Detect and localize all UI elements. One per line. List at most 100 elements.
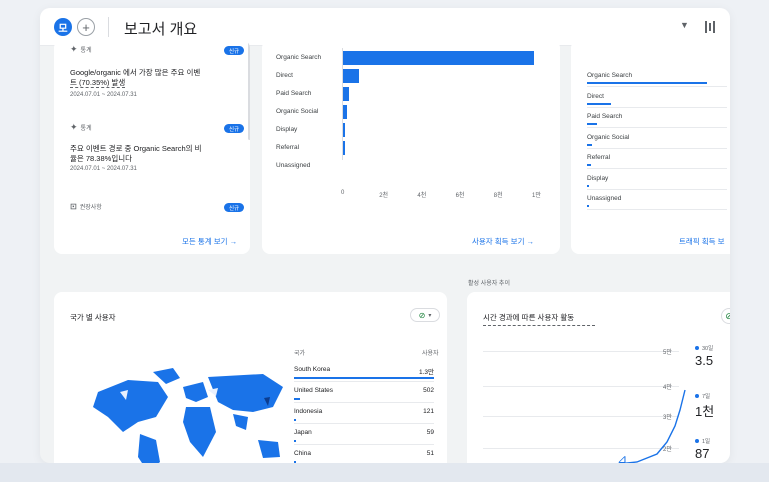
recommendation-icon: ⊡ [70, 202, 77, 211]
legend-value: 1천 [695, 404, 715, 419]
bar[interactable] [343, 105, 348, 119]
country-name: Indonesia [294, 408, 323, 415]
channel-item[interactable]: Display [587, 175, 608, 182]
title-underline [483, 325, 595, 326]
bar[interactable] [343, 123, 345, 137]
row-divider [587, 147, 727, 149]
row-divider [587, 168, 727, 169]
compare-icon[interactable] [704, 20, 718, 34]
legend-value: 3.5 [695, 353, 714, 368]
scrollbar[interactable] [248, 40, 250, 140]
check-circle-icon: ⊘ [418, 310, 426, 320]
legend-period: 30일 [702, 346, 714, 352]
bar-label: Organic Search [276, 54, 322, 61]
country-users: 502 [423, 387, 434, 394]
insight-date: 2024.07.01 ~ 2024.07.31 [70, 92, 137, 98]
insights-card: ✦ 통계 신규 Google/organic 에서 가장 많은 주요 이벤 트 (7… [54, 40, 250, 254]
x-tick: 2천 [379, 193, 389, 199]
sparkle-icon: ✦ [70, 44, 78, 54]
row-divider [587, 188, 727, 190]
recommendation-row[interactable]: ⊡ 권장사항 [70, 202, 102, 211]
country-card: 국가 별 사용자 ⊘ ▾ 국가 사용자 South Korea 1.3만 United… [54, 292, 447, 463]
view-all-insights-link[interactable]: 모든 통계 보기 → [182, 236, 237, 247]
insight-text[interactable]: Google/organic 에서 가장 많은 주요 이벤 트 (70.35%) … [70, 68, 240, 88]
users-col-header: 사용자 [422, 351, 439, 357]
bar[interactable] [343, 69, 360, 83]
country-share-bar [294, 419, 296, 421]
row-divider [587, 209, 727, 210]
view-acquisition-link[interactable]: 사용자 획득 보기 → [472, 236, 534, 247]
channel-share-bar [587, 82, 707, 84]
x-tick: 8천 [493, 193, 503, 199]
bar-label: Display [276, 126, 298, 133]
country-name: Japan [294, 429, 312, 436]
row-divider [294, 402, 434, 403]
legend-dot [695, 394, 699, 398]
country-users: 1.3만 [418, 369, 434, 376]
legend-value: 87 [695, 446, 710, 461]
channel-share-bar [587, 123, 597, 125]
realtime-label: 활성 사용자 추이 [468, 281, 510, 287]
y-tick: 5만 [663, 350, 672, 356]
bar[interactable] [343, 87, 349, 101]
gridline [483, 351, 679, 352]
channel-item[interactable]: Referral [587, 154, 610, 161]
bar[interactable] [343, 141, 345, 155]
country-share-bar [294, 377, 434, 379]
country-share-bar [294, 398, 300, 400]
x-tick: 6천 [455, 193, 465, 199]
channel-item[interactable]: Unassigned [587, 195, 621, 202]
view-traffic-link[interactable]: 트래픽 획득 보 [679, 236, 725, 247]
channel-item[interactable]: Organic Search [587, 72, 632, 79]
country-name: China [294, 450, 311, 457]
row-divider [294, 381, 434, 382]
country-title: 국가 별 사용자 [70, 313, 116, 322]
add-comparison-button[interactable]: + [77, 18, 95, 36]
row-divider [587, 127, 727, 128]
channel-item[interactable]: Organic Social [587, 134, 629, 141]
country-options-button[interactable]: ⊘ ▾ [410, 308, 440, 322]
bar-label: Unassigned [276, 162, 311, 169]
insight-text[interactable]: 주요 이벤트 경로 중 Organic Search의 비 율은 78.38%입니… [70, 144, 240, 164]
report-frame: 모 + 보고서 개요 ▼ ✦ 통계 신규 Google/organic 에서 가장… [40, 8, 730, 463]
country-users: 121 [423, 408, 434, 415]
bar-label: Organic Social [276, 108, 319, 115]
country-users: 51 [426, 450, 434, 457]
legend-dot [695, 346, 699, 350]
header-divider [108, 17, 109, 37]
legend-period: 1일 [702, 439, 711, 445]
country-name: South Korea [294, 366, 331, 373]
row-divider [587, 106, 727, 108]
caret-down-icon[interactable]: ▼ [680, 20, 689, 30]
bar-label: Referral [276, 144, 300, 151]
insight-kind: ✦ 통계 [70, 44, 92, 54]
country-share-bar [294, 440, 296, 442]
activity-title: 시간 경과에 따른 사용자 활동 [483, 313, 575, 322]
insight-date: 2024.07.01 ~ 2024.07.31 [70, 166, 137, 172]
country-users: 59 [426, 429, 434, 436]
bar[interactable] [343, 51, 534, 65]
x-tick: 4천 [417, 193, 427, 199]
new-badge: 신규 [224, 46, 244, 55]
bar-label: Paid Search [276, 90, 312, 97]
country-name: United States [294, 387, 334, 394]
row-divider [294, 423, 434, 424]
channel-share-bar [587, 205, 589, 207]
channel-share-bar [587, 184, 590, 187]
bike-icon: ⊿ [617, 452, 628, 463]
legend-period: 7일 [702, 394, 711, 400]
new-badge: 신규 [224, 124, 244, 133]
channel-share-bar [587, 164, 591, 166]
page-title: 보고서 개요 [124, 21, 198, 38]
channel-item[interactable]: Paid Search [587, 113, 622, 120]
row-divider [294, 444, 434, 445]
check-circle-icon[interactable]: ⊘ [721, 308, 730, 324]
segment-chip[interactable]: 모 [54, 18, 72, 36]
activity-line [619, 389, 686, 463]
activity-over-time-card: 시간 경과에 따른 사용자 활동 ⊘ 5만 4만 3만 2만 ⊿ 30일 3.5 7일 1천… [467, 292, 730, 463]
channel-share-bar [587, 143, 592, 146]
x-tick: 1만 [532, 193, 541, 199]
x-tick: 0 [341, 190, 345, 196]
bar-label: Direct [276, 72, 293, 79]
channel-item[interactable]: Direct [587, 93, 604, 100]
